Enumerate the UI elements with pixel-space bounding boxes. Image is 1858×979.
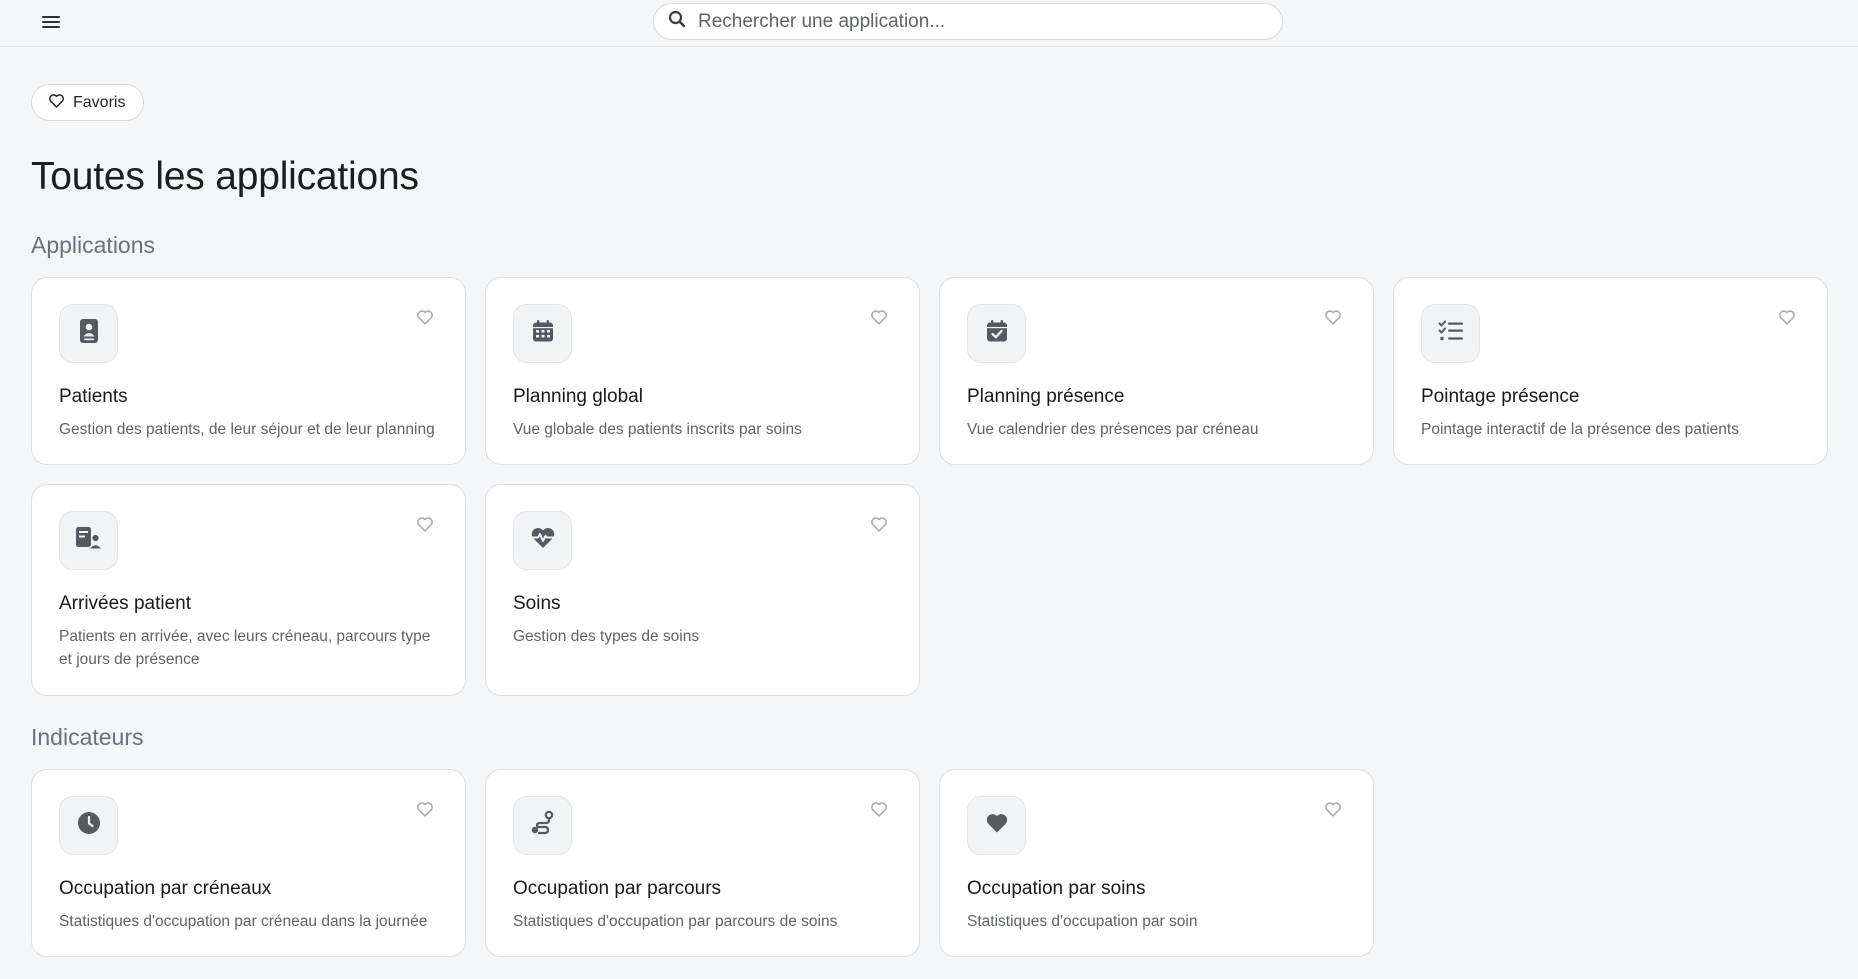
card-title: Planning présence [967, 386, 1125, 407]
favorite-toggle-heart-icon[interactable] [415, 800, 435, 818]
hamburger-menu-icon[interactable] [36, 9, 66, 35]
favorite-toggle-heart-icon[interactable] [869, 308, 889, 326]
clock-icon [77, 811, 101, 840]
top-bar [0, 0, 1858, 47]
calendar-check-icon [985, 319, 1009, 348]
card-icon-box [59, 304, 118, 363]
card-description: Statistiques d'occupation par soin [967, 913, 1198, 930]
app-card-pointage-presence[interactable]: Pointage présence Pointage interactif de… [1393, 277, 1828, 465]
indicator-card-occupation-parcours[interactable]: Occupation par parcours Statistiques d'o… [485, 769, 920, 957]
card-title: Patients [59, 386, 128, 407]
app-card-planning-global[interactable]: Planning global Vue globale des patients… [485, 277, 920, 465]
indicator-card-occupation-creneaux[interactable]: Occupation par créneaux Statistiques d'o… [31, 769, 466, 957]
favorite-toggle-heart-icon[interactable] [1323, 800, 1343, 818]
card-title: Occupation par soins [967, 878, 1146, 899]
favorites-label: Favoris [73, 93, 126, 111]
search-input[interactable] [698, 10, 1258, 33]
search-bar[interactable] [653, 3, 1283, 40]
card-icon-box [967, 304, 1026, 363]
checklist-icon [1438, 320, 1464, 347]
card-icon-box [967, 796, 1026, 855]
card-description: Gestion des types de soins [513, 628, 700, 645]
card-icon-box [513, 304, 572, 363]
card-title: Soins [513, 593, 561, 614]
app-card-arrivees-patient[interactable]: Arrivées patient Patients en arrivée, av… [31, 484, 466, 696]
favorite-toggle-heart-icon[interactable] [869, 800, 889, 818]
heart-filled-icon [985, 812, 1009, 839]
patient-id-card-icon [78, 318, 100, 349]
favorite-toggle-heart-icon[interactable] [1777, 308, 1797, 326]
card-description: Statistiques d'occupation par créneau da… [59, 913, 428, 930]
card-description: Vue calendrier des présences par créneau [967, 421, 1259, 438]
app-card-planning-presence[interactable]: Planning présence Vue calendrier des pré… [939, 277, 1374, 465]
favorite-toggle-heart-icon[interactable] [415, 308, 435, 326]
card-description: Gestion des patients, de leur séjour et … [59, 421, 435, 438]
calendar-grid-icon [531, 319, 555, 348]
card-icon-box [59, 511, 118, 570]
favorites-button[interactable]: Favoris [31, 84, 145, 121]
card-title: Occupation par parcours [513, 878, 722, 899]
favorite-toggle-heart-icon[interactable] [415, 515, 435, 533]
card-description: Pointage interactif de la présence des p… [1421, 421, 1739, 438]
search-icon [668, 10, 686, 33]
card-icon-box [513, 796, 572, 855]
indicator-card-occupation-soins[interactable]: Occupation par soins Statistiques d'occu… [939, 769, 1374, 957]
card-icon-box [59, 796, 118, 855]
card-description: Patients en arrivée, avec leurs créneau,… [59, 628, 431, 668]
section-title-applications: Applications [31, 232, 156, 258]
app-card-patients[interactable]: Patients Gestion des patients, de leur s… [31, 277, 466, 465]
app-card-soins[interactable]: Soins Gestion des types de soins [485, 484, 920, 696]
card-title: Occupation par créneaux [59, 878, 272, 899]
card-description: Statistiques d'occupation par parcours d… [513, 913, 838, 930]
page-title: Toutes les applications [31, 155, 419, 198]
section-title-indicateurs: Indicateurs [31, 724, 144, 750]
card-title: Arrivées patient [59, 593, 192, 614]
favorite-toggle-heart-icon[interactable] [1323, 308, 1343, 326]
heart-pulse-icon [529, 527, 556, 554]
card-icon-box [1421, 304, 1480, 363]
route-icon [530, 810, 556, 841]
card-icon-box [513, 511, 572, 570]
card-title: Pointage présence [1421, 386, 1580, 407]
patient-arrival-icon [75, 526, 103, 555]
favorite-toggle-heart-icon[interactable] [869, 515, 889, 533]
heart-outline-icon [48, 93, 65, 113]
card-title: Planning global [513, 386, 643, 407]
card-description: Vue globale des patients inscrits par so… [513, 421, 802, 438]
